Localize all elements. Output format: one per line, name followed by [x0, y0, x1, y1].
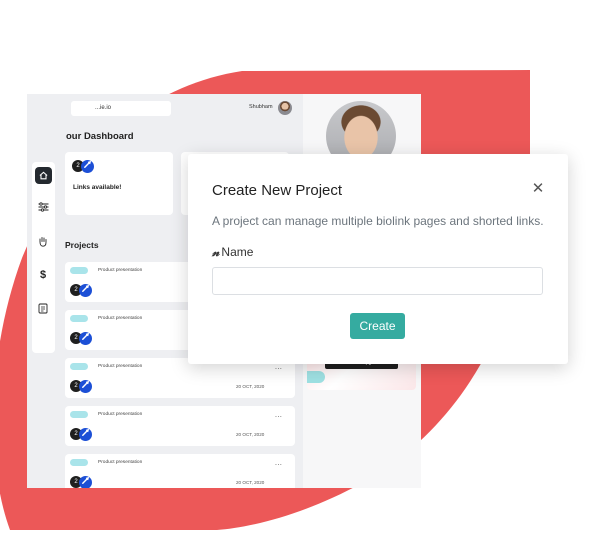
project-date: 20 OCT, 2020 [236, 384, 265, 389]
modal-title: Create New Project [212, 182, 343, 199]
create-button[interactable]: Create [350, 313, 405, 339]
link-icon [79, 476, 92, 488]
card-text: Links available! [73, 184, 122, 191]
tag-pill [70, 363, 88, 370]
project-name: Product presentation [98, 460, 143, 465]
projects-title: Projects [65, 240, 99, 250]
badge-group: 2 [70, 284, 96, 297]
decorative-shape [307, 371, 325, 383]
username: Shubham [249, 104, 273, 110]
dollar-icon[interactable]: $ [36, 269, 50, 281]
stat-card: 2 Links available! [65, 152, 173, 215]
badge-group: 2 [70, 380, 96, 393]
link-icon [79, 380, 92, 393]
dashboard-title: our Dashboard [66, 131, 134, 142]
tag-pill [70, 411, 88, 418]
badge-group: 2 [70, 332, 96, 345]
link-icon [79, 284, 92, 297]
more-menu-icon[interactable]: ... [275, 460, 282, 467]
tag-pill [70, 267, 88, 274]
project-card[interactable]: Product presentation ... 2 20 OCT, 2020 [65, 406, 295, 446]
tag-pill [70, 459, 88, 466]
project-card[interactable]: Product presentation ... 2 20 OCT, 2020 [65, 454, 295, 488]
signature-icon: 𝓃 [212, 245, 220, 259]
name-input[interactable] [212, 267, 543, 295]
document-icon[interactable] [36, 303, 50, 315]
project-card[interactable]: Product presentation ... 2 20 OCT, 2020 [65, 358, 295, 398]
link-icon [79, 332, 92, 345]
create-project-modal: Create New Project ✕ A project can manag… [188, 154, 568, 364]
name-label: 𝓃 Name [212, 245, 253, 260]
badge-group: 2 [70, 428, 96, 441]
project-name: Product presentation [98, 364, 143, 369]
home-icon[interactable] [35, 167, 52, 184]
tag-pill [70, 315, 88, 322]
more-menu-icon[interactable]: ... [275, 364, 282, 371]
link-icon [81, 160, 94, 173]
avatar[interactable] [278, 101, 292, 115]
search-input[interactable]: ...ie.io [71, 101, 171, 116]
sidebar: $ [32, 162, 55, 353]
badge-group: 2 [72, 160, 98, 173]
name-label-text: Name [221, 245, 254, 259]
badge-group: 2 [70, 476, 96, 488]
project-date: 20 OCT, 2020 [236, 480, 265, 485]
project-date: 20 OCT, 2020 [236, 432, 265, 437]
sliders-icon[interactable] [36, 202, 50, 214]
hand-icon[interactable] [36, 236, 50, 248]
project-name: Product presentation [98, 268, 143, 273]
modal-description: A project can manage multiple biolink pa… [212, 214, 544, 228]
close-icon[interactable]: ✕ [529, 180, 547, 198]
project-name: Product presentation [98, 316, 143, 321]
more-menu-icon[interactable]: ... [275, 412, 282, 419]
link-icon [79, 428, 92, 441]
project-name: Product presentation [98, 412, 143, 417]
top-bar: ...ie.io Shubham [27, 94, 303, 124]
